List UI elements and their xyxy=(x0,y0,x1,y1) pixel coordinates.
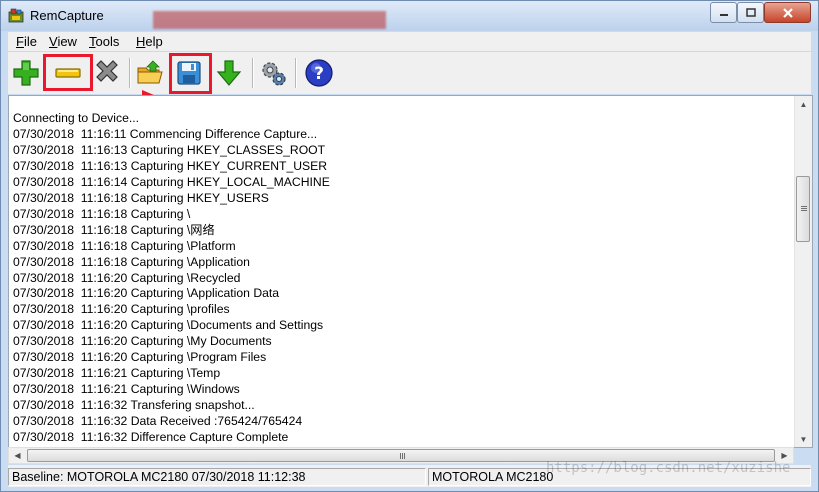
open-button[interactable] xyxy=(134,57,166,89)
log-line: 07/30/2018 11:16:18 Capturing HKEY_USERS xyxy=(13,190,269,205)
close-button[interactable] xyxy=(764,2,811,23)
log-line: 07/30/2018 11:16:32 Difference Capture C… xyxy=(13,430,289,445)
help-icon: ? xyxy=(305,59,333,87)
vertical-scrollbar[interactable]: ▲ ▼ xyxy=(794,96,812,447)
log-line: Connecting to Device... xyxy=(13,111,140,125)
scroll-down-arrow-icon[interactable]: ▼ xyxy=(795,431,812,447)
minimize-button[interactable] xyxy=(710,2,737,23)
toolbar-separator xyxy=(252,58,254,88)
delete-icon xyxy=(96,60,118,82)
window-title: RemCapture xyxy=(30,8,104,23)
log-line: 07/30/2018 11:16:32 Transfering snapshot… xyxy=(13,398,255,413)
log-line: 07/30/2018 11:16:11 Commencing Differenc… xyxy=(13,126,318,141)
maximize-icon xyxy=(745,7,756,17)
remcapture-window: RemCapture File View Tools Help ? Connec… xyxy=(0,0,819,492)
remove-button[interactable] xyxy=(45,57,91,89)
vertical-scroll-thumb[interactable] xyxy=(796,176,810,242)
log-line: 07/30/2018 11:16:18 Capturing \ xyxy=(13,206,191,221)
settings-gears-icon xyxy=(262,62,286,86)
download-button[interactable] xyxy=(213,57,245,89)
menu-bar: File View Tools Help xyxy=(8,32,811,52)
minimize-icon xyxy=(719,13,728,16)
log-line: 07/30/2018 11:16:20 Capturing \Recycled xyxy=(13,270,241,285)
toolbar: ? xyxy=(8,52,811,94)
log-line: 07/30/2018 11:16:20 Capturing \My Docume… xyxy=(13,334,272,349)
toolbar-separator xyxy=(295,58,297,88)
delete-button[interactable] xyxy=(91,57,123,89)
scroll-left-arrow-icon[interactable]: ◀ xyxy=(9,448,26,463)
log-line: 07/30/2018 11:16:13 Capturing HKEY_CLASS… xyxy=(13,142,326,157)
log-line: 07/30/2018 11:16:13 Capturing HKEY_CURRE… xyxy=(13,158,328,173)
log-line: 07/30/2018 11:16:14 Capturing HKEY_LOCAL… xyxy=(13,174,330,189)
log-line: 07/30/2018 11:16:20 Capturing \profiles xyxy=(13,302,230,317)
settings-button[interactable] xyxy=(257,57,289,89)
add-button[interactable] xyxy=(10,57,42,89)
save-button[interactable] xyxy=(173,57,205,89)
capture-log-panel[interactable]: Connecting to Device... 07/30/2018 11:16:… xyxy=(8,95,813,448)
log-line: 07/30/2018 11:16:21 Capturing \Temp xyxy=(13,366,221,381)
remove-icon xyxy=(55,68,81,78)
help-button[interactable]: ? xyxy=(303,57,335,89)
log-lines: Connecting to Device... 07/30/2018 11:16:… xyxy=(13,111,330,446)
svg-text:?: ? xyxy=(314,64,324,84)
log-line: 07/30/2018 11:16:20 Capturing \Documents… xyxy=(13,318,324,333)
log-line: 07/30/2018 11:16:18 Capturing \网络 xyxy=(13,222,215,237)
log-line: 07/30/2018 11:16:18 Capturing \Applicati… xyxy=(13,254,250,269)
maximize-button[interactable] xyxy=(737,2,764,23)
log-line: 07/30/2018 11:16:21 Capturing \Windows xyxy=(13,382,240,397)
status-baseline: Baseline: MOTOROLA MC2180 07/30/2018 11:… xyxy=(8,468,426,486)
close-icon xyxy=(782,7,793,18)
log-line: 07/30/2018 11:16:32 Data Received :76542… xyxy=(13,414,303,429)
title-bar[interactable]: RemCapture xyxy=(1,1,818,31)
download-icon xyxy=(216,60,242,86)
save-icon xyxy=(177,61,201,85)
background-window-title-ghost xyxy=(153,11,386,29)
add-icon xyxy=(13,60,39,86)
app-icon xyxy=(8,8,24,23)
scroll-up-arrow-icon[interactable]: ▲ xyxy=(795,96,812,112)
menu-file[interactable]: File xyxy=(16,34,37,49)
watermark-text: https://blog.csdn.net/xuzishe xyxy=(546,460,791,476)
menu-tools[interactable]: Tools xyxy=(89,34,119,49)
toolbar-separator xyxy=(129,58,131,88)
log-line: 07/30/2018 11:16:18 Capturing \Platform xyxy=(13,238,236,253)
menu-help[interactable]: Help xyxy=(136,34,163,49)
open-folder-icon xyxy=(137,60,163,84)
menu-view[interactable]: View xyxy=(49,34,77,49)
log-line: 07/30/2018 11:16:20 Capturing \Program F… xyxy=(13,350,267,365)
log-line: 07/30/2018 11:16:20 Capturing \Applicati… xyxy=(13,286,280,301)
